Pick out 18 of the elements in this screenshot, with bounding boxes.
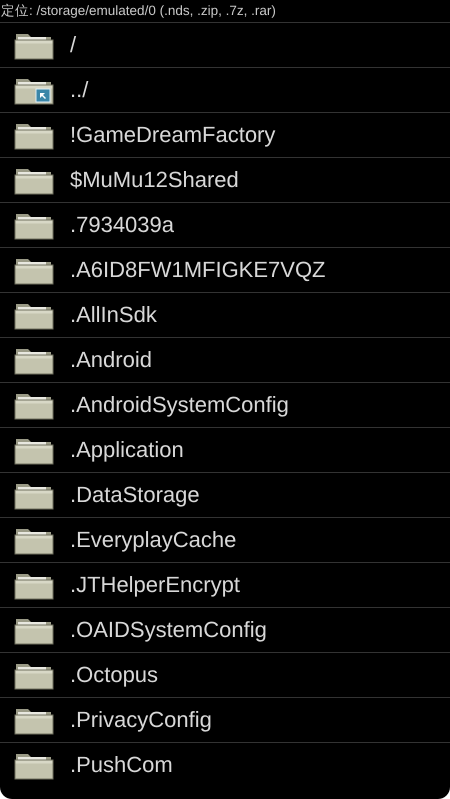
folder-name[interactable]: .JTHelperEncrypt [70, 572, 240, 598]
folder-name[interactable]: $MuMu12Shared [70, 167, 239, 193]
folder-name[interactable]: !GameDreamFactory [70, 122, 276, 148]
folder-name[interactable]: .EveryplayCache [70, 527, 236, 553]
folder-name[interactable]: .DataStorage [70, 482, 200, 508]
folder-name[interactable]: .7934039a [70, 212, 174, 238]
folder-name[interactable]: .Octopus [70, 662, 158, 688]
folder-name[interactable]: .Android [70, 347, 152, 373]
folder-name[interactable]: / [70, 32, 76, 58]
folder-name[interactable]: .AndroidSystemConfig [70, 392, 289, 418]
folder-name[interactable]: .PushCom [70, 752, 173, 778]
folder-name[interactable]: .OAIDSystemConfig [70, 617, 267, 643]
folder-name[interactable]: .AllInSdk [70, 302, 157, 328]
folder-name[interactable]: .A6ID8FW1MFIGKE7VQZ [70, 257, 326, 283]
folder-name[interactable]: ../ [70, 77, 88, 103]
location-path: 定位: /storage/emulated/0 (.nds, .zip, .7z, .rar) [0, 0, 450, 23]
folder-name[interactable]: .PrivacyConfig [70, 707, 212, 733]
folder-name[interactable]: .Application [70, 437, 184, 463]
